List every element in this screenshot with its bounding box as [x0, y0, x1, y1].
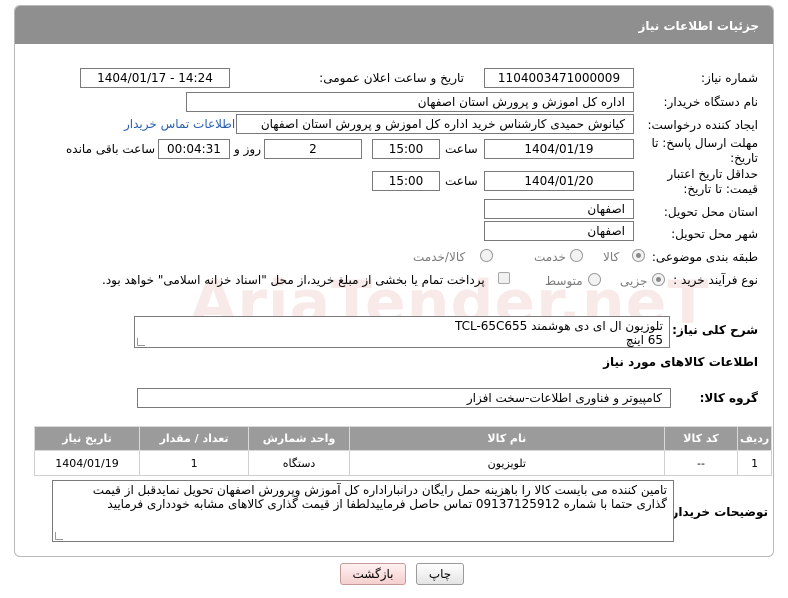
col-unit: واحد شمارش [248, 426, 350, 451]
reply-deadline-label: مهلت ارسال پاسخ: تا تاریخ: [651, 136, 758, 165]
day-and-label: روز و [234, 142, 261, 156]
buyer-notes-text: تامین کننده می بایست کالا را باهزینه حمل… [92, 483, 667, 511]
category-service-radio[interactable] [570, 249, 583, 262]
reply-hour-label: ساعت [445, 142, 478, 156]
category-both-label: کالا/خدمت [413, 250, 466, 264]
col-code: کد کالا [663, 426, 739, 451]
price-hour-label: ساعت [445, 174, 478, 188]
col-row: ردیف [737, 426, 772, 451]
cell-name: تلویزیون [348, 450, 665, 476]
category-label: طبقه بندی موضوعی: [651, 250, 758, 264]
city-field: اصفهان [484, 221, 634, 241]
general-desc-label: شرح کلی نیاز: [672, 323, 758, 337]
general-desc-line-2: 65 اینچ [625, 333, 663, 347]
requester-label: ایجاد کننده درخواست: [647, 118, 758, 132]
cell-unit: دستگاه [248, 450, 350, 476]
table-row: 1 -- تلویزیون دستگاه 1 1404/01/19 [34, 450, 772, 476]
price-time-field: 15:00 [372, 171, 440, 191]
province-field: اصفهان [484, 199, 634, 219]
category-goods-radio[interactable] [632, 249, 645, 262]
resize-handle-icon[interactable] [137, 338, 145, 346]
purchase-medium-label: متوسط [545, 274, 583, 288]
goods-group-field: کامپیوتر و فناوری اطلاعات-سخت افزار [137, 388, 671, 408]
need-number-label: شماره نیاز: [701, 71, 758, 85]
print-button[interactable]: چاپ [416, 563, 464, 585]
contact-buyer-link[interactable]: اطلاعات تماس خریدار [124, 117, 235, 131]
treasury-payment-checkbox[interactable] [498, 272, 510, 284]
cell-date: 1404/01/19 [34, 450, 140, 476]
goods-group-label: گروه کالا: [699, 391, 758, 405]
col-qty: تعداد / مقدار [138, 426, 250, 451]
announce-datetime-field: 1404/01/17 - 14:24 [80, 68, 230, 88]
buyer-notes-label: توضیحات خریدار: [666, 505, 768, 519]
goods-info-heading: اطلاعات کالاهای مورد نیاز [603, 355, 758, 369]
cell-code: -- [663, 450, 739, 476]
buyer-org-label: نام دستگاه خریدار: [663, 95, 759, 109]
price-date-field: 1404/01/20 [484, 171, 634, 191]
general-desc-textarea[interactable]: تلوزیون ال ای دی هوشمند TCL-65C655 65 ای… [134, 316, 670, 348]
purchase-type-label: نوع فرآیند خرید : [673, 273, 758, 287]
category-goods-label: کالا [603, 250, 620, 264]
resize-handle-icon[interactable] [55, 532, 63, 540]
price-validity-label: حداقل تاریخ اعتبار قیمت: تا تاریخ: [667, 167, 758, 196]
delivery-province-label: استان محل تحویل: [663, 205, 758, 219]
back-button[interactable]: بازگشت [340, 563, 406, 585]
buyer-notes-textarea[interactable]: تامین کننده می بایست کالا را باهزینه حمل… [52, 480, 674, 542]
reply-remaining-field: 00:04:31 [158, 139, 230, 159]
buyer-org-field: اداره کل اموزش و پرورش استان اصفهان [186, 92, 634, 112]
goods-table-header: ردیف کد کالا نام کالا واحد شمارش تعداد /… [34, 426, 772, 451]
hours-remaining-label: ساعت باقی مانده [66, 142, 156, 156]
purchase-minor-radio[interactable] [652, 273, 665, 286]
purchase-medium-radio[interactable] [588, 273, 601, 286]
category-service-label: خدمت [534, 250, 566, 264]
general-desc-line-1: تلوزیون ال ای دی هوشمند TCL-65C655 [454, 319, 663, 333]
announce-datetime-label: تاریخ و ساعت اعلان عمومی: [319, 71, 464, 85]
cell-row: 1 [737, 450, 772, 476]
category-both-radio[interactable] [480, 249, 493, 262]
panel-title: جزئیات اطلاعات نیاز [15, 6, 773, 44]
reply-date-field: 1404/01/19 [484, 139, 634, 159]
col-date: تاریخ نیاز [34, 426, 140, 451]
col-name: نام کالا [348, 426, 665, 451]
need-number-field: 1104003471000009 [484, 68, 634, 88]
purchase-minor-label: جزیی [620, 274, 648, 288]
reply-days-field: 2 [264, 139, 362, 159]
delivery-city-label: شهر محل تحویل: [671, 227, 758, 241]
cell-qty: 1 [138, 450, 250, 476]
requester-field: کیانوش حمیدی کارشناس خرید اداره کل اموزش… [236, 114, 634, 134]
goods-table: ردیف کد کالا نام کالا واحد شمارش تعداد /… [34, 426, 772, 476]
treasury-payment-note: پرداخت تمام یا بخشی از مبلغ خرید،از محل … [102, 273, 485, 287]
reply-time-field: 15:00 [372, 139, 440, 159]
